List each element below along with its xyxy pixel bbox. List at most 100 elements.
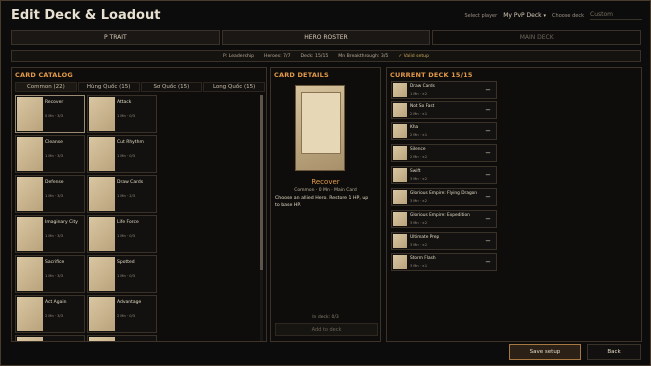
catalog-card[interactable]: Defense 1 Mn · 3/3 — [15, 175, 85, 213]
remove-card-button[interactable]: − — [485, 85, 491, 95]
page-title: Edit Deck & Loadout — [11, 8, 161, 23]
deck-item-meta: 2 Mn · ×1 — [410, 112, 428, 116]
deck-item-name: Swift — [410, 169, 421, 174]
remove-card-button[interactable]: − — [485, 170, 491, 180]
deck-item-name: Storm Flash — [410, 256, 436, 261]
deck-item-meta: 1 Mn · ×2 — [410, 92, 428, 96]
catalog-card[interactable] — [15, 335, 85, 341]
catalog-scrollbar[interactable] — [260, 95, 263, 341]
details-card-description: Choose an allied Hero. Restore 1 HP, up … — [275, 196, 369, 208]
card-art-icon — [89, 257, 115, 291]
card-art-icon — [393, 124, 407, 138]
card-art-icon — [89, 217, 115, 251]
status-leadership: P: Leadership — [222, 53, 254, 59]
remove-card-button[interactable]: − — [485, 192, 491, 202]
catalog-card-name: Act Again — [45, 300, 67, 305]
tab-main-deck[interactable]: MAIN DECK — [432, 30, 642, 45]
catalog-tabs: Common (22) Hùng Quốc (15) Sơ Quốc (15) … — [15, 82, 265, 92]
card-art-icon — [17, 137, 43, 171]
deck-item[interactable]: Glorious Empire: Expedition 3 Mn · ×2 − — [391, 210, 497, 228]
save-setup-button[interactable]: Save setup — [509, 344, 581, 360]
header-controls: Select player My PvP Deck ▾ Choose deck … — [464, 11, 642, 20]
edit-deck-window: Edit Deck & Loadout Select player My PvP… — [0, 0, 651, 366]
catalog-card-name: Sacrifice — [45, 260, 65, 265]
deck-item[interactable]: Draw Cards 1 Mn · ×2 − — [391, 81, 497, 99]
remove-card-button[interactable]: − — [485, 257, 491, 267]
catalog-tab-so-quoc[interactable]: Sơ Quốc (15) — [140, 82, 203, 92]
catalog-card-meta: 1 Mn · 3/3 — [45, 234, 64, 238]
deck-item[interactable]: Not So Fast 2 Mn · ×1 − — [391, 101, 497, 119]
remove-card-button[interactable]: − — [485, 126, 491, 136]
deck-item[interactable]: Glorious Empire: Flying Dragon 3 Mn · ×2… — [391, 188, 497, 206]
main-tabs: P TRAIT HERO ROSTER MAIN DECK — [11, 30, 642, 45]
catalog-card[interactable]: Attack 1 Mn · 0/3 — [87, 95, 157, 133]
card-art-icon — [17, 337, 43, 341]
catalog-card[interactable]: Spotted 1 Mn · 0/3 — [87, 255, 157, 293]
card-art-icon — [393, 255, 407, 269]
details-card-name: Recover — [311, 178, 340, 186]
catalog-tab-hung-quoc[interactable]: Hùng Quốc (15) — [77, 82, 140, 92]
remove-card-button[interactable]: − — [485, 214, 491, 224]
card-art-icon — [89, 337, 115, 341]
card-details-panel: CARD DETAILS Recover Common · 0 Mn · Mai… — [270, 67, 381, 342]
catalog-card-meta: 1 Mn · 0/3 — [117, 274, 136, 278]
card-catalog-title: CARD CATALOG — [15, 71, 73, 79]
deck-item-name: Not So Fast — [410, 104, 435, 109]
tab-hero-roster[interactable]: HERO ROSTER — [221, 30, 431, 45]
tab-p-trait[interactable]: P TRAIT — [11, 30, 220, 45]
catalog-card[interactable]: Cut Rhythm 1 Mn · 0/3 — [87, 135, 157, 173]
deck-select[interactable]: Custom — [590, 11, 642, 20]
deck-item-meta: 2 Mn · ×2 — [410, 155, 428, 159]
catalog-card-meta: 0 Mn · 3/3 — [45, 114, 64, 118]
deck-item-name: Draw Cards — [410, 84, 435, 89]
deck-item-name: Kha — [410, 125, 419, 130]
catalog-card[interactable]: Imaginary City 1 Mn · 3/3 — [15, 215, 85, 253]
deck-item-meta: 2 Mn · ×1 — [410, 133, 428, 137]
status-breakthrough: Mn Breakthrough: 3/5 — [338, 53, 389, 59]
catalog-tab-long-quoc[interactable]: Long Quốc (15) — [203, 82, 265, 92]
remove-card-button[interactable]: − — [485, 105, 491, 115]
choose-deck-label: Choose deck — [552, 12, 584, 19]
deck-item[interactable]: Kha 2 Mn · ×1 − — [391, 122, 497, 140]
deck-item-meta: 3 Mn · ×2 — [410, 199, 428, 203]
catalog-card-meta: 2 Mn · 0/3 — [117, 314, 136, 318]
card-art-icon — [89, 297, 115, 331]
catalog-card-name: Life Force — [117, 220, 139, 225]
card-art-icon — [89, 97, 115, 131]
deck-item-meta: 3 Mn · ×2 — [410, 221, 428, 225]
catalog-card-name: Attack — [117, 100, 132, 105]
catalog-card[interactable]: Recover 0 Mn · 3/3 — [15, 95, 85, 133]
add-to-deck-button[interactable]: Add to deck — [275, 323, 378, 336]
catalog-card[interactable]: Draw Cards 1 Mn · 2/3 — [87, 175, 157, 213]
catalog-card-name: Advantage — [117, 300, 142, 305]
deck-item[interactable]: Silence 2 Mn · ×2 − — [391, 144, 497, 162]
catalog-card[interactable]: Cleanse 1 Mn · 3/3 — [15, 135, 85, 173]
deck-item[interactable]: Swift 3 Mn · ×2 − — [391, 166, 497, 184]
card-details-title: CARD DETAILS — [274, 71, 329, 79]
deck-item[interactable]: Ultimate Prep 3 Mn · ×2 − — [391, 232, 497, 250]
card-art-icon — [17, 177, 43, 211]
card-art-icon — [17, 97, 43, 131]
remove-card-button[interactable]: − — [485, 148, 491, 158]
card-art-icon — [17, 217, 43, 251]
player-select[interactable]: My PvP Deck ▾ — [503, 12, 546, 19]
catalog-card[interactable] — [87, 335, 157, 341]
back-button[interactable]: Back — [587, 344, 641, 360]
catalog-tab-common[interactable]: Common (22) — [15, 82, 77, 92]
catalog-card-meta: 1 Mn · 0/3 — [117, 114, 136, 118]
remove-card-button[interactable]: − — [485, 236, 491, 246]
deck-item-name: Glorious Empire: Expedition — [410, 213, 470, 218]
catalog-card[interactable]: Sacrifice 1 Mn · 3/3 — [15, 255, 85, 293]
catalog-card[interactable]: Advantage 2 Mn · 0/3 — [87, 295, 157, 333]
deck-item[interactable]: Storm Flash 3 Mn · ×1 − — [391, 253, 497, 271]
catalog-card-meta: 1 Mn · 3/3 — [45, 194, 64, 198]
catalog-card[interactable]: Act Again 2 Mn · 3/3 — [15, 295, 85, 333]
current-deck-panel: CURRENT DECK 15/15 Draw Cards 1 Mn · ×2 … — [386, 67, 642, 342]
card-art-icon — [393, 190, 407, 204]
catalog-scrollbar-thumb[interactable] — [260, 95, 263, 270]
status-bar: P: Leadership Heroes: 7/7 Deck: 15/15 Mn… — [11, 50, 641, 62]
catalog-card-meta: 2 Mn · 3/3 — [45, 314, 64, 318]
catalog-card[interactable]: Life Force 1 Mn · 0/3 — [87, 215, 157, 253]
deck-item-name: Glorious Empire: Flying Dragon — [410, 191, 478, 196]
deck-item-meta: 3 Mn · ×2 — [410, 177, 428, 181]
